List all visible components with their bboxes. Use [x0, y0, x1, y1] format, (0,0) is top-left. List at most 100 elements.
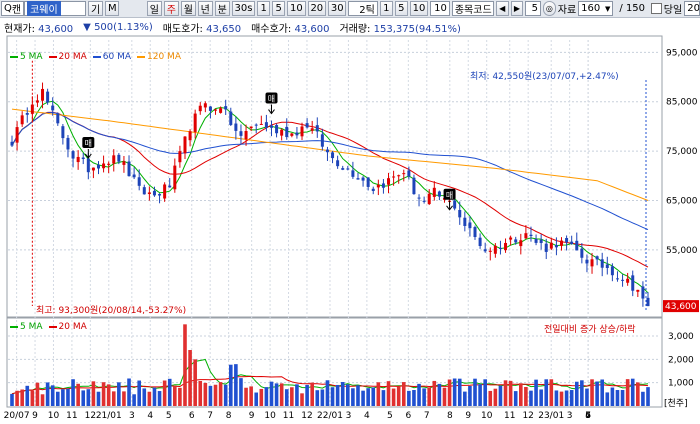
candle-body: [590, 259, 594, 267]
time-tick-label: 3: [129, 411, 135, 421]
volume-bar: [432, 380, 437, 406]
time-tick-label: 3: [567, 411, 573, 421]
candle-body: [361, 177, 365, 181]
candle-body: [239, 131, 243, 136]
volume-bar: [417, 383, 421, 406]
volume-bar: [442, 387, 447, 406]
candle-body: [259, 123, 263, 125]
candle-body: [493, 245, 497, 254]
volume-bar: [249, 386, 253, 406]
volume-bar: [106, 384, 111, 406]
candle-body: [407, 170, 411, 177]
volume-bar: [223, 384, 228, 406]
candle-body: [51, 105, 55, 111]
candle-body: [310, 128, 314, 131]
volume-note: 전일대비 증가 상승/하락: [544, 325, 636, 335]
volume-bar: [111, 391, 116, 406]
candle-body: [132, 174, 136, 178]
volume-bar: [620, 390, 625, 406]
candle-body: [478, 237, 482, 247]
volume-bar: [254, 392, 259, 406]
time-tick-label: 12: [522, 411, 533, 421]
legend-vol-ma5: 5 MA: [10, 322, 43, 332]
candle-body: [208, 106, 212, 111]
sell-signal-label: 매: [446, 191, 453, 200]
candle-body: [554, 245, 558, 248]
candle-body: [168, 185, 172, 188]
volume-bar: [290, 387, 294, 406]
candle-body: [600, 259, 604, 268]
volume-bar: [213, 384, 218, 406]
volume-bar: [539, 389, 543, 406]
volume-bar: [55, 391, 60, 406]
candle-body: [641, 286, 645, 299]
chart-window: Q 캔 코웨이 기 M 일 주 월 년 분 30s 1 5 10 20 30 2…: [0, 0, 700, 424]
volume-bar: [559, 391, 564, 406]
volume-bar: [183, 324, 187, 406]
candle-body: [504, 242, 508, 251]
time-tick-label: 20/07: [4, 411, 30, 421]
volume-bar: [391, 388, 396, 406]
volume-bar: [269, 381, 274, 406]
volume-bar: [498, 385, 503, 406]
candle-body: [412, 177, 416, 195]
price-tick-label: 55,000: [666, 246, 698, 256]
candle-body: [20, 115, 24, 125]
volume-bar: [208, 385, 213, 406]
volume-bar: [463, 391, 467, 406]
legend-vol-ma20-label: 20 MA: [58, 322, 87, 332]
volume-bar: [422, 388, 426, 406]
volume-bar: [193, 359, 197, 406]
candle-body: [96, 164, 100, 169]
candle-body: [519, 240, 523, 247]
candle-body: [575, 240, 579, 251]
candle-body: [244, 131, 248, 140]
legend-ma120: 120 MA: [137, 52, 181, 62]
time-tick-label: 21/01: [96, 411, 122, 421]
volume-bar: [585, 388, 589, 406]
legend-vol-ma5-label: 5 MA: [20, 322, 43, 332]
candle-body: [269, 125, 273, 128]
candle-body: [158, 194, 162, 196]
volume-bar: [310, 382, 314, 406]
candle-body: [188, 131, 192, 141]
time-tick-label: 11: [504, 411, 515, 421]
volume-bar: [10, 393, 14, 406]
volume-bar: [646, 387, 650, 406]
legend-ma60: 60 MA: [92, 52, 131, 62]
volume-tick-label: 2,000: [668, 355, 694, 365]
volume-bar: [279, 383, 284, 406]
volume-bar: [320, 389, 325, 406]
volume-bar: [386, 381, 391, 406]
volume-tick-label: 3,000: [668, 332, 694, 342]
volume-bar: [25, 385, 30, 406]
candle-body: [183, 136, 187, 154]
volume-bar: [30, 390, 35, 406]
volume-unit: [천주]: [664, 399, 688, 409]
time-tick-label: 10: [481, 411, 493, 421]
volume-bar: [346, 384, 350, 406]
volume-bar: [173, 385, 177, 406]
volume-bar: [142, 388, 147, 406]
candle-body: [147, 192, 151, 195]
volume-bar: [244, 387, 248, 406]
candle-body: [61, 126, 65, 139]
candle-body: [529, 234, 533, 236]
volume-bar: [401, 382, 406, 406]
volume-bar: [259, 388, 264, 406]
volume-bar: [503, 380, 508, 406]
time-tick-label: 9: [249, 411, 255, 421]
time-tick-label: 7: [207, 411, 213, 421]
volume-bar: [96, 391, 101, 406]
candle-body: [193, 113, 197, 132]
volume-bar: [71, 379, 75, 406]
time-tick-label: 10: [48, 411, 60, 421]
time-tick-label: 23/01: [538, 411, 564, 421]
legend-ma120-label: 120 MA: [147, 52, 181, 62]
volume-bar: [376, 382, 381, 406]
candle-body: [56, 113, 60, 124]
volume-bar: [340, 382, 345, 406]
candle-body: [15, 127, 19, 143]
volume-bar: [117, 382, 121, 406]
candle-body: [41, 88, 45, 101]
